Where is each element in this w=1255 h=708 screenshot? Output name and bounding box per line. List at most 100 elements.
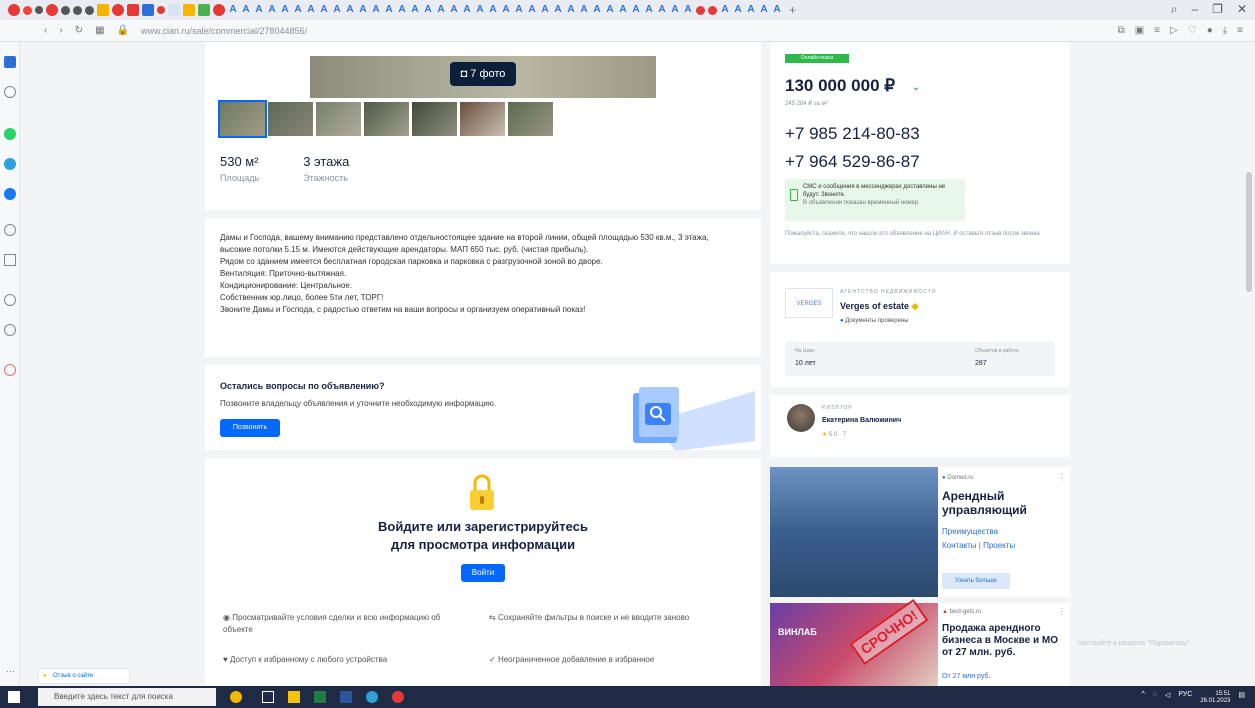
- sidebar-more-icon[interactable]: ⋯: [6, 666, 15, 677]
- tab-icon[interactable]: А: [566, 5, 576, 15]
- photo-thumbnail[interactable]: [508, 102, 553, 136]
- feedback-button[interactable]: ● Отзыв о сайте: [38, 668, 130, 684]
- photo-thumbnail[interactable]: [316, 102, 361, 136]
- photo-thumbnail[interactable]: [268, 102, 313, 136]
- tab-icon[interactable]: [142, 4, 154, 16]
- tab-icon[interactable]: А: [527, 5, 537, 15]
- tab-icon[interactable]: А: [280, 5, 290, 15]
- notifications-icon[interactable]: ▤: [1238, 691, 1245, 705]
- tab-icon[interactable]: А: [720, 5, 730, 15]
- tab-icon[interactable]: А: [514, 5, 524, 15]
- ad-link[interactable]: Контакты | Проекты: [942, 541, 1015, 550]
- clock[interactable]: 15:51 26.01.2023: [1200, 691, 1230, 705]
- login-button[interactable]: Войти: [461, 564, 505, 582]
- tab-icon[interactable]: А: [436, 5, 446, 15]
- volume-icon[interactable]: ◁: [1165, 691, 1170, 705]
- agency-name[interactable]: Verges of estate ◆: [840, 301, 918, 312]
- tab-icon[interactable]: А: [501, 5, 511, 15]
- ad-subtitle[interactable]: От 27 млн руб.: [942, 673, 990, 680]
- tab-icon[interactable]: А: [772, 5, 782, 15]
- tab-icon[interactable]: А: [397, 5, 407, 15]
- tab-icon[interactable]: [73, 5, 82, 15]
- tab-icon[interactable]: [61, 5, 70, 15]
- ad-more-button[interactable]: Узнать больше: [942, 573, 1010, 589]
- tab-icon[interactable]: А: [592, 5, 602, 15]
- ad-image[interactable]: [770, 467, 938, 597]
- tab-icon[interactable]: А: [553, 5, 563, 15]
- sidebar-heart-icon[interactable]: [4, 294, 16, 306]
- page-scrollbar[interactable]: [1243, 42, 1255, 686]
- tab-icon[interactable]: А: [449, 5, 459, 15]
- tab-icon[interactable]: А: [371, 5, 381, 15]
- tab-icon[interactable]: [127, 4, 139, 16]
- reload-icon[interactable]: ↻: [75, 25, 83, 36]
- tab-icon[interactable]: [708, 5, 717, 15]
- ad-title[interactable]: Продажа арендного бизнеса в Москве и МО …: [942, 623, 1066, 659]
- sidebar-home-icon[interactable]: [4, 86, 16, 98]
- tab-icon[interactable]: А: [410, 5, 420, 15]
- tab-icon[interactable]: [183, 4, 195, 16]
- menu-icon[interactable]: ≡: [1237, 25, 1243, 36]
- tab-icon[interactable]: А: [746, 5, 756, 15]
- tab-icon[interactable]: А: [345, 5, 355, 15]
- tab-icon[interactable]: А: [657, 5, 667, 15]
- tab-icon[interactable]: А: [332, 5, 342, 15]
- task-view-icon[interactable]: [262, 691, 274, 703]
- realtor-name[interactable]: Екатерина Валюжинич: [822, 417, 901, 424]
- search-tabs-icon[interactable]: ⌕: [1171, 2, 1178, 17]
- ad-more-icon[interactable]: ⋮: [1058, 607, 1066, 616]
- scrollbar-thumb[interactable]: [1246, 172, 1252, 292]
- forward-icon[interactable]: ›: [59, 25, 62, 36]
- opera-logo-icon[interactable]: [8, 4, 20, 16]
- tab-icon[interactable]: А: [631, 5, 641, 15]
- sidebar-history-icon[interactable]: [4, 324, 16, 336]
- close-icon[interactable]: ✕: [1237, 2, 1247, 17]
- tab-icon[interactable]: [23, 5, 32, 15]
- network-icon[interactable]: ◌: [1153, 691, 1157, 705]
- phone-number[interactable]: +7 985 214-80-83: [785, 124, 920, 144]
- tab-icon[interactable]: А: [683, 5, 693, 15]
- tab-icon[interactable]: [696, 5, 705, 15]
- tab-icon[interactable]: А: [644, 5, 654, 15]
- price-chart-icon[interactable]: ⌄: [912, 82, 920, 93]
- tab-icon[interactable]: А: [358, 5, 368, 15]
- tab-icon[interactable]: А: [319, 5, 329, 15]
- ad-more-icon[interactable]: ⋮: [1058, 473, 1066, 482]
- photo-thumbnail[interactable]: [218, 100, 267, 138]
- back-icon[interactable]: ‹: [44, 25, 47, 36]
- edge-icon[interactable]: [366, 691, 378, 703]
- extensions-icon[interactable]: ⧉: [1118, 25, 1125, 36]
- tab-icon[interactable]: А: [733, 5, 743, 15]
- photo-thumbnail[interactable]: [364, 102, 409, 136]
- tab-icon[interactable]: [46, 4, 58, 16]
- opera-taskbar-icon[interactable]: [392, 691, 404, 703]
- tab-icon[interactable]: А: [306, 5, 316, 15]
- snapshot-icon[interactable]: ▣: [1135, 25, 1144, 36]
- tab-icon[interactable]: А: [605, 5, 615, 15]
- explorer-icon[interactable]: [288, 691, 300, 703]
- tab-icon[interactable]: А: [540, 5, 550, 15]
- tab-icon[interactable]: [168, 4, 180, 16]
- maximize-icon[interactable]: ❐: [1212, 2, 1223, 17]
- sidebar-pinboard-icon[interactable]: [4, 364, 16, 376]
- minimize-icon[interactable]: –: [1191, 2, 1198, 17]
- taskbar-search[interactable]: Введите здесь текст для поиска: [38, 688, 216, 706]
- ad-banner[interactable]: ● Domed.ru ⋮ Арендный управляющий Преиму…: [770, 467, 1070, 597]
- sidebar-speed-dial-icon[interactable]: [4, 56, 16, 68]
- tab-icon[interactable]: А: [759, 5, 769, 15]
- tab-icon[interactable]: А: [254, 5, 264, 15]
- tray-arrow-icon[interactable]: ^: [1141, 691, 1144, 705]
- tab-icon[interactable]: А: [488, 5, 498, 15]
- tab-icon[interactable]: А: [293, 5, 303, 15]
- sidebar-whatsapp-icon[interactable]: [4, 128, 16, 140]
- agency-logo[interactable]: VERGES: [785, 288, 833, 318]
- photo-thumbnail[interactable]: [412, 102, 457, 136]
- tab-icon[interactable]: [112, 4, 124, 16]
- heart-icon[interactable]: ♡: [1188, 25, 1197, 36]
- tab-icon[interactable]: [213, 4, 225, 16]
- tab-icon[interactable]: А: [579, 5, 589, 15]
- call-button[interactable]: Позвонить: [220, 419, 280, 437]
- tabs-grid-icon[interactable]: ▦: [95, 25, 104, 36]
- tab-icon[interactable]: [85, 5, 94, 15]
- new-tab-plus-icon[interactable]: +: [789, 3, 796, 17]
